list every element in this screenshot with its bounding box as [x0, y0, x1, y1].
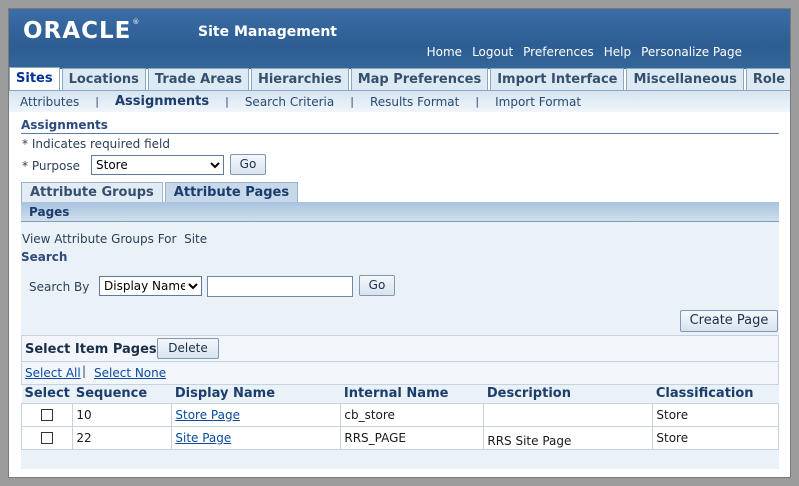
row-checkbox[interactable]: [41, 432, 54, 444]
create-page-button[interactable]: Create Page: [680, 310, 778, 332]
column-header-classification: Classification: [652, 385, 779, 404]
page-title: Assignments: [21, 118, 108, 132]
tab-locations[interactable]: Locations: [61, 68, 146, 90]
subnav-separator: |: [95, 95, 99, 108]
tab-trade-areas[interactable]: Trade Areas: [147, 68, 249, 90]
attribute-subtabs: Attribute Groups Attribute Pages: [21, 182, 300, 202]
classification-cell: Store: [652, 402, 779, 427]
sequence-cell: 22: [72, 425, 173, 450]
tab-role-security[interactable]: Role Security: [745, 68, 790, 90]
global-nav: Home Logout Preferences Help Personalize…: [427, 45, 742, 59]
purpose-select[interactable]: Store: [91, 155, 224, 175]
tab-sites[interactable]: Sites: [9, 67, 60, 90]
subnav-separator: |: [475, 95, 480, 108]
purpose-label: * Purpose: [22, 159, 80, 173]
item-pages-table: Select Sequence Display Name Internal Na…: [20, 385, 779, 450]
classification-cell: Store: [652, 425, 779, 450]
select-none-link[interactable]: Select None: [94, 366, 166, 380]
display-name-link[interactable]: Store Page: [175, 408, 240, 422]
table-header-row: Select Sequence Display Name Internal Na…: [21, 385, 779, 404]
main-tabs: Sites Locations Trade Areas Hierarchies …: [9, 67, 790, 90]
subnav-import-format[interactable]: Import Format: [495, 95, 581, 109]
subtab-attribute-pages[interactable]: Attribute Pages: [164, 182, 299, 202]
column-header-description: Description: [483, 385, 653, 404]
delete-button[interactable]: Delete: [157, 338, 219, 359]
select-cell: [20, 425, 74, 450]
subtab-attribute-groups[interactable]: Attribute Groups: [21, 182, 163, 202]
logout-link[interactable]: Logout: [472, 45, 513, 59]
subnav-search-criteria[interactable]: Search Criteria: [245, 95, 334, 109]
header-banner: ORACLE® Site Management Home Logout Pref…: [9, 9, 790, 69]
display-name-cell: Site Page: [171, 425, 342, 450]
description-cell: [483, 402, 654, 427]
pages-header: Pages: [21, 202, 779, 222]
view-for-value: Site: [184, 232, 208, 246]
tab-map-preferences[interactable]: Map Preferences: [350, 68, 489, 90]
internal-name-cell: cb_store: [340, 402, 485, 427]
internal-name-cell: RRS_PAGE: [340, 425, 485, 450]
home-link[interactable]: Home: [427, 45, 462, 59]
personalize-page-link[interactable]: Personalize Page: [641, 45, 742, 59]
select-item-pages-label: Select Item Pages:: [25, 342, 162, 357]
subnav-assignments[interactable]: Assignments: [115, 94, 209, 109]
subnav-separator: |: [350, 95, 354, 108]
display-name-cell: Store Page: [171, 402, 342, 427]
subnav-separator: |: [225, 95, 229, 108]
table-row: 22 Site Page RRS_PAGE RRS Site Page Stor…: [20, 425, 779, 450]
search-by-select[interactable]: Display Name: [99, 276, 202, 296]
required-field-note: * Indicates required field: [22, 137, 171, 151]
column-header-select: Select: [21, 385, 73, 404]
view-for-label: View Attribute Groups For Site: [22, 232, 208, 246]
subnav-results-format[interactable]: Results Format: [370, 95, 459, 109]
select-cell: [20, 402, 74, 427]
table-toolbar: Select Item Pages: Delete: [21, 335, 779, 362]
display-name-link[interactable]: Site Page: [175, 431, 231, 445]
sequence-cell: 10: [72, 402, 173, 427]
app-title: Site Management: [198, 24, 337, 40]
search-input[interactable]: [207, 276, 353, 297]
search-by-label: Search By: [29, 280, 90, 294]
purpose-go-button[interactable]: Go: [230, 154, 266, 175]
search-go-button[interactable]: Go: [359, 275, 395, 296]
row-checkbox[interactable]: [41, 409, 54, 421]
select-all-link[interactable]: Select All: [25, 366, 81, 380]
search-title: Search: [21, 250, 68, 264]
help-link[interactable]: Help: [604, 45, 631, 59]
column-header-sequence: Sequence: [72, 385, 172, 404]
description-cell: RRS Site Page: [483, 425, 654, 450]
selection-links: Select All | Select None: [21, 363, 779, 385]
application-window: ORACLE® Site Management Home Logout Pref…: [8, 8, 791, 478]
column-header-internal-name: Internal Name: [340, 385, 484, 404]
oracle-logo: ORACLE®: [23, 18, 141, 44]
title-divider: [21, 133, 779, 134]
preferences-link[interactable]: Preferences: [523, 45, 594, 59]
sub-navigation: Attributes | Assignments | Search Criter…: [9, 90, 790, 112]
table-row: 10 Store Page cb_store Store: [20, 402, 779, 427]
link-separator: |: [82, 364, 87, 378]
subnav-attributes[interactable]: Attributes: [20, 95, 79, 109]
tab-hierarchies[interactable]: Hierarchies: [250, 68, 349, 90]
tab-miscellaneous[interactable]: Miscellaneous: [626, 68, 744, 90]
column-header-display-name: Display Name: [171, 385, 341, 404]
tab-import-interface[interactable]: Import Interface: [490, 68, 625, 90]
